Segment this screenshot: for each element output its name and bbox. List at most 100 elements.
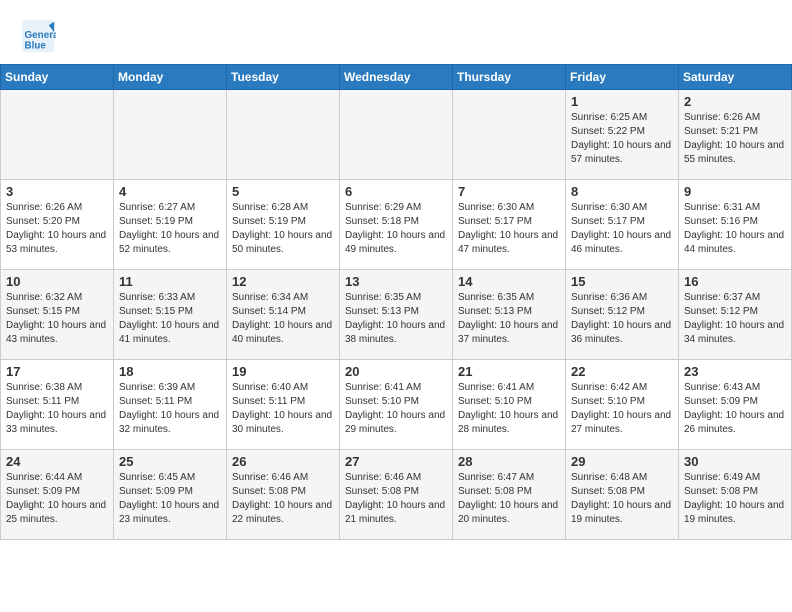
- day-info: Sunrise: 6:30 AM Sunset: 5:17 PM Dayligh…: [458, 201, 560, 257]
- calendar-cell: 30 Sunrise: 6:49 AM Sunset: 5:08 PM Dayli…: [679, 450, 792, 540]
- calendar-cell: 15 Sunrise: 6:36 AM Sunset: 5:12 PM Dayli…: [566, 270, 679, 360]
- day-info: Sunrise: 6:27 AM Sunset: 5:19 PM Dayligh…: [119, 201, 221, 257]
- day-number: 4: [119, 184, 221, 199]
- day-info: Sunrise: 6:35 AM Sunset: 5:13 PM Dayligh…: [458, 291, 560, 347]
- day-number: 2: [684, 94, 786, 109]
- day-info: Sunrise: 6:35 AM Sunset: 5:13 PM Dayligh…: [345, 291, 447, 347]
- calendar-cell: 19 Sunrise: 6:40 AM Sunset: 5:11 PM Dayli…: [227, 360, 340, 450]
- day-number: 5: [232, 184, 334, 199]
- calendar-cell: 17 Sunrise: 6:38 AM Sunset: 5:11 PM Dayli…: [1, 360, 114, 450]
- calendar-cell: 20 Sunrise: 6:41 AM Sunset: 5:10 PM Dayli…: [340, 360, 453, 450]
- calendar-cell: 3 Sunrise: 6:26 AM Sunset: 5:20 PM Daylig…: [1, 180, 114, 270]
- calendar-cell: 16 Sunrise: 6:37 AM Sunset: 5:12 PM Dayli…: [679, 270, 792, 360]
- calendar-cell: 7 Sunrise: 6:30 AM Sunset: 5:17 PM Daylig…: [453, 180, 566, 270]
- weekday-header: Tuesday: [227, 65, 340, 90]
- day-info: Sunrise: 6:43 AM Sunset: 5:09 PM Dayligh…: [684, 381, 786, 437]
- calendar-cell: 11 Sunrise: 6:33 AM Sunset: 5:15 PM Dayli…: [114, 270, 227, 360]
- day-number: 30: [684, 454, 786, 469]
- day-info: Sunrise: 6:30 AM Sunset: 5:17 PM Dayligh…: [571, 201, 673, 257]
- calendar-cell: 29 Sunrise: 6:48 AM Sunset: 5:08 PM Dayli…: [566, 450, 679, 540]
- calendar-cell: 8 Sunrise: 6:30 AM Sunset: 5:17 PM Daylig…: [566, 180, 679, 270]
- day-number: 9: [684, 184, 786, 199]
- day-info: Sunrise: 6:26 AM Sunset: 5:20 PM Dayligh…: [6, 201, 108, 257]
- day-number: 24: [6, 454, 108, 469]
- day-number: 20: [345, 364, 447, 379]
- day-number: 14: [458, 274, 560, 289]
- weekday-header: Monday: [114, 65, 227, 90]
- day-number: 21: [458, 364, 560, 379]
- day-info: Sunrise: 6:41 AM Sunset: 5:10 PM Dayligh…: [458, 381, 560, 437]
- day-info: Sunrise: 6:33 AM Sunset: 5:15 PM Dayligh…: [119, 291, 221, 347]
- calendar-cell: 4 Sunrise: 6:27 AM Sunset: 5:19 PM Daylig…: [114, 180, 227, 270]
- calendar-table: SundayMondayTuesdayWednesdayThursdayFrid…: [0, 64, 792, 540]
- calendar-cell: 14 Sunrise: 6:35 AM Sunset: 5:13 PM Dayli…: [453, 270, 566, 360]
- weekday-header: Friday: [566, 65, 679, 90]
- day-info: Sunrise: 6:47 AM Sunset: 5:08 PM Dayligh…: [458, 471, 560, 527]
- day-info: Sunrise: 6:34 AM Sunset: 5:14 PM Dayligh…: [232, 291, 334, 347]
- day-number: 7: [458, 184, 560, 199]
- day-number: 8: [571, 184, 673, 199]
- svg-text:Blue: Blue: [25, 41, 47, 52]
- calendar-cell: [1, 90, 114, 180]
- svg-text:General: General: [25, 30, 57, 41]
- day-number: 25: [119, 454, 221, 469]
- day-info: Sunrise: 6:31 AM Sunset: 5:16 PM Dayligh…: [684, 201, 786, 257]
- calendar-cell: 5 Sunrise: 6:28 AM Sunset: 5:19 PM Daylig…: [227, 180, 340, 270]
- day-info: Sunrise: 6:36 AM Sunset: 5:12 PM Dayligh…: [571, 291, 673, 347]
- day-info: Sunrise: 6:45 AM Sunset: 5:09 PM Dayligh…: [119, 471, 221, 527]
- day-number: 29: [571, 454, 673, 469]
- day-number: 19: [232, 364, 334, 379]
- day-number: 3: [6, 184, 108, 199]
- calendar-cell: [227, 90, 340, 180]
- calendar-cell: 18 Sunrise: 6:39 AM Sunset: 5:11 PM Dayli…: [114, 360, 227, 450]
- page-header: General Blue: [0, 0, 792, 64]
- day-info: Sunrise: 6:49 AM Sunset: 5:08 PM Dayligh…: [684, 471, 786, 527]
- day-info: Sunrise: 6:40 AM Sunset: 5:11 PM Dayligh…: [232, 381, 334, 437]
- calendar-cell: 23 Sunrise: 6:43 AM Sunset: 5:09 PM Dayli…: [679, 360, 792, 450]
- day-number: 15: [571, 274, 673, 289]
- calendar-cell: 1 Sunrise: 6:25 AM Sunset: 5:22 PM Daylig…: [566, 90, 679, 180]
- day-number: 18: [119, 364, 221, 379]
- day-number: 22: [571, 364, 673, 379]
- calendar-cell: 10Sunrise: 6:32 AM Sunset: 5:15 PM Dayli…: [1, 270, 114, 360]
- logo: General Blue: [20, 18, 60, 54]
- day-info: Sunrise: 6:32 AM Sunset: 5:15 PM Dayligh…: [6, 291, 108, 347]
- day-number: 27: [345, 454, 447, 469]
- day-info: Sunrise: 6:42 AM Sunset: 5:10 PM Dayligh…: [571, 381, 673, 437]
- day-info: Sunrise: 6:29 AM Sunset: 5:18 PM Dayligh…: [345, 201, 447, 257]
- calendar-cell: [453, 90, 566, 180]
- day-info: Sunrise: 6:37 AM Sunset: 5:12 PM Dayligh…: [684, 291, 786, 347]
- calendar-cell: 6Sunrise: 6:29 AM Sunset: 5:18 PM Daylig…: [340, 180, 453, 270]
- calendar-cell: [340, 90, 453, 180]
- day-number: 26: [232, 454, 334, 469]
- calendar-cell: 26 Sunrise: 6:46 AM Sunset: 5:08 PM Dayli…: [227, 450, 340, 540]
- calendar-cell: 25 Sunrise: 6:45 AM Sunset: 5:09 PM Dayli…: [114, 450, 227, 540]
- day-info: Sunrise: 6:48 AM Sunset: 5:08 PM Dayligh…: [571, 471, 673, 527]
- calendar-cell: 21 Sunrise: 6:41 AM Sunset: 5:10 PM Dayli…: [453, 360, 566, 450]
- weekday-header: Wednesday: [340, 65, 453, 90]
- logo-icon: General Blue: [20, 18, 56, 54]
- day-info: Sunrise: 6:28 AM Sunset: 5:19 PM Dayligh…: [232, 201, 334, 257]
- day-number: 13: [345, 274, 447, 289]
- day-number: 11: [119, 274, 221, 289]
- day-number: 1: [571, 94, 673, 109]
- calendar-cell: 9 Sunrise: 6:31 AM Sunset: 5:16 PM Daylig…: [679, 180, 792, 270]
- calendar-cell: 2 Sunrise: 6:26 AM Sunset: 5:21 PM Daylig…: [679, 90, 792, 180]
- calendar-cell: 22 Sunrise: 6:42 AM Sunset: 5:10 PM Dayli…: [566, 360, 679, 450]
- calendar-cell: 13 Sunrise: 6:35 AM Sunset: 5:13 PM Dayli…: [340, 270, 453, 360]
- day-info: Sunrise: 6:26 AM Sunset: 5:21 PM Dayligh…: [684, 111, 786, 167]
- weekday-header: Sunday: [1, 65, 114, 90]
- calendar-cell: 27Sunrise: 6:46 AM Sunset: 5:08 PM Dayli…: [340, 450, 453, 540]
- calendar-header: SundayMondayTuesdayWednesdayThursdayFrid…: [1, 65, 792, 90]
- day-info: Sunrise: 6:39 AM Sunset: 5:11 PM Dayligh…: [119, 381, 221, 437]
- day-number: 23: [684, 364, 786, 379]
- day-info: Sunrise: 6:25 AM Sunset: 5:22 PM Dayligh…: [571, 111, 673, 167]
- weekday-header: Saturday: [679, 65, 792, 90]
- day-number: 17: [6, 364, 108, 379]
- day-info: Sunrise: 6:41 AM Sunset: 5:10 PM Dayligh…: [345, 381, 447, 437]
- day-number: 16: [684, 274, 786, 289]
- day-info: Sunrise: 6:46 AM Sunset: 5:08 PM Dayligh…: [232, 471, 334, 527]
- weekday-header: Thursday: [453, 65, 566, 90]
- day-number: 12: [232, 274, 334, 289]
- day-info: Sunrise: 6:38 AM Sunset: 5:11 PM Dayligh…: [6, 381, 108, 437]
